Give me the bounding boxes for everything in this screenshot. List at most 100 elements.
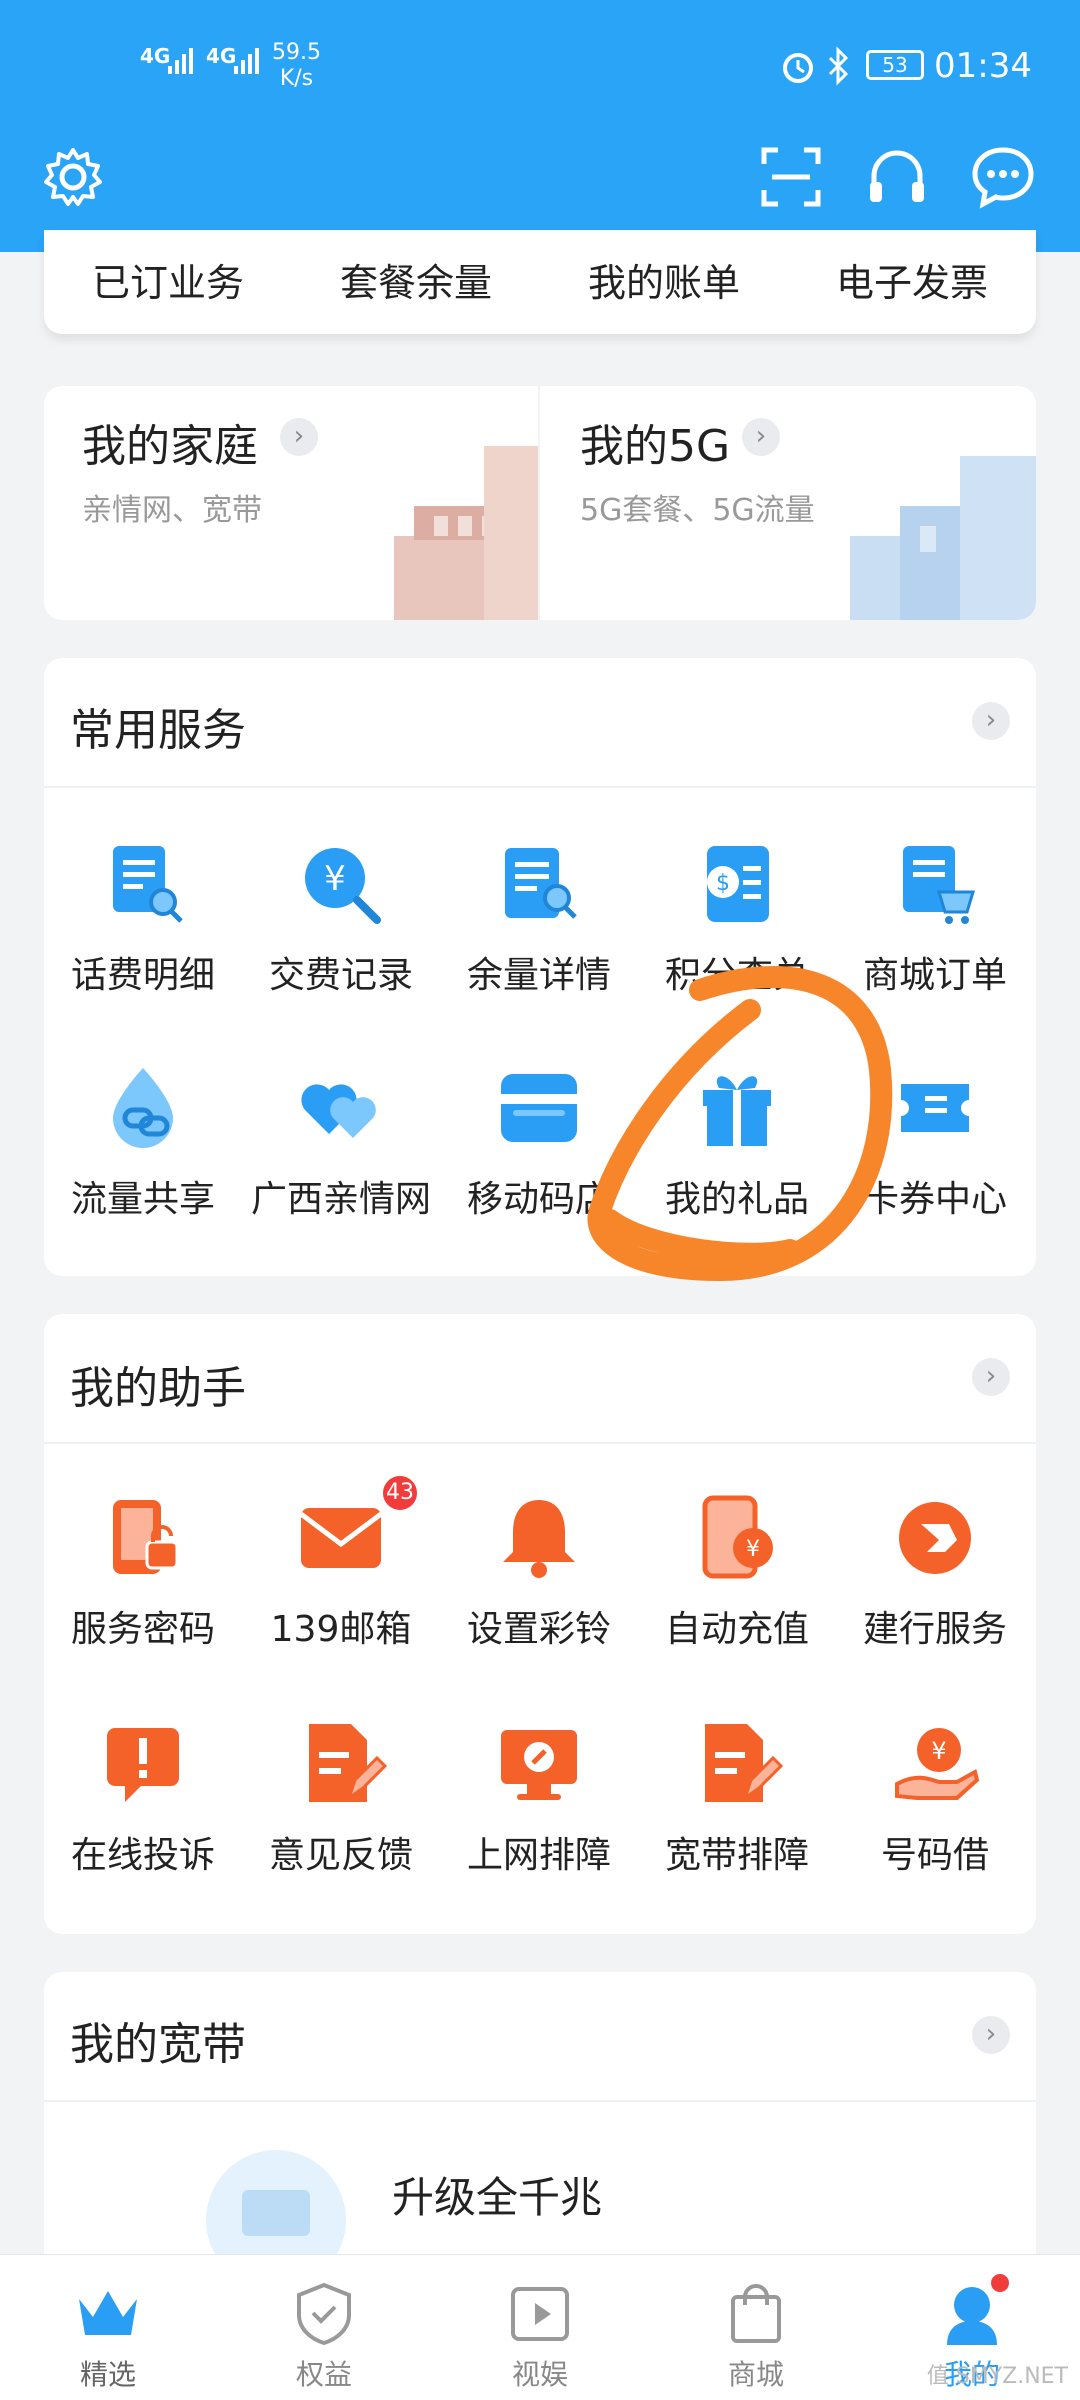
house-illustration	[394, 446, 538, 620]
clock: 01:34	[934, 46, 1032, 86]
assistant-network-troubleshoot[interactable]: 上网排障	[440, 1716, 638, 1878]
tab-label: 精选	[79, 2358, 136, 2391]
assistant-label: 宽带排障	[664, 1835, 809, 1876]
tab-mall[interactable]: 商城	[696, 2279, 816, 2393]
svg-text:¥: ¥	[324, 859, 346, 899]
tab-video[interactable]: 视娱	[480, 2279, 600, 2393]
video-icon	[511, 2287, 569, 2341]
bluetooth-icon	[828, 46, 849, 86]
bottom-tab-bar: 精选 权益 视娱 商城 我的 值 SMYZ.NET	[0, 2254, 1080, 2400]
mail-icon	[299, 1508, 383, 1568]
fiveg-title: 我的5G	[580, 421, 731, 472]
broadband-upgrade-title[interactable]: 升级全千兆	[392, 2164, 602, 2225]
assistant-ccb-service[interactable]: 建行服务	[836, 1490, 1034, 1652]
assistant-broadband-troubleshoot[interactable]: 宽带排障	[638, 1716, 836, 1878]
headset-icon[interactable]	[864, 144, 930, 210]
service-bill-detail[interactable]: 话费明细	[44, 836, 242, 998]
assistant-label: 设置彩铃	[466, 1609, 611, 1650]
service-label: 广西亲情网	[250, 1179, 431, 1220]
divider	[44, 2100, 1036, 2102]
quick-link-balance[interactable]: 套餐余量	[292, 252, 540, 307]
assistant-label: 意见反馈	[268, 1835, 413, 1876]
tab-featured[interactable]: 精选	[48, 2279, 168, 2393]
ccb-logo-icon	[899, 1502, 971, 1574]
phone-lock-icon	[113, 1500, 179, 1574]
common-services-title: 常用服务	[70, 705, 246, 756]
scan-icon[interactable]	[758, 144, 824, 210]
crown-icon	[79, 2291, 137, 2335]
service-label: 话费明细	[70, 955, 215, 996]
cart-document-icon	[903, 846, 976, 924]
quick-links-card: 已订业务 套餐余量 我的账单 电子发票	[44, 230, 1036, 334]
svg-text:$: $	[716, 871, 730, 896]
document-search-icon	[505, 848, 577, 919]
chevron-right-icon[interactable]: ›	[972, 1358, 1010, 1396]
assistant-ringback-tone[interactable]: 设置彩铃	[440, 1490, 638, 1652]
assistant-number-loan[interactable]: ¥ 号码借	[836, 1716, 1034, 1878]
alarm-icon	[783, 53, 813, 83]
building-illustration	[850, 456, 1036, 620]
tab-label: 权益	[295, 2358, 352, 2391]
yuan-search-icon: ¥	[305, 848, 381, 924]
signal-bars-icon	[234, 48, 259, 74]
assistant-label: 在线投诉	[70, 1835, 215, 1876]
battery-indicator: 53	[866, 50, 924, 80]
drop-link-icon	[113, 1068, 173, 1148]
service-label: 流量共享	[70, 1179, 215, 1220]
tab-benefits[interactable]: 权益	[264, 2279, 384, 2393]
bell-icon	[503, 1500, 575, 1578]
watermark: 值 SMYZ.NET	[926, 2364, 1068, 2389]
chat-icon[interactable]	[970, 144, 1036, 210]
speed-value: 59.5	[272, 40, 321, 65]
family-title: 我的家庭	[82, 421, 258, 472]
receipt-search-icon	[113, 846, 183, 923]
notification-dot	[988, 2271, 1012, 2295]
gear-icon[interactable]	[40, 144, 106, 210]
quick-link-subscribed[interactable]: 已订业务	[44, 252, 292, 307]
service-label: 交费记录	[268, 955, 413, 996]
highlight-circle-annotation	[587, 966, 893, 1281]
assistant-label: 自动充值	[664, 1609, 809, 1650]
quick-link-invoice[interactable]: 电子发票	[788, 252, 1036, 307]
assistant-title: 我的助手	[70, 1363, 246, 1414]
divider	[44, 1442, 1036, 1444]
tab-label: 商城	[727, 2358, 784, 2391]
monitor-icon	[206, 2150, 346, 2260]
assistant-label: 建行服务	[862, 1609, 1007, 1650]
shield-badge-icon	[297, 2282, 351, 2346]
mail-unread-badge: 43	[381, 1474, 419, 1512]
document-pen-icon	[309, 1724, 388, 1802]
status-bar: 4G 4G 59.5 K/s 53 01:34	[0, 36, 1080, 96]
assistant-label: 号码借	[880, 1835, 989, 1876]
service-data-share[interactable]: 流量共享	[44, 1060, 242, 1222]
document-pen-icon	[705, 1724, 784, 1802]
svg-text:¥: ¥	[931, 1737, 946, 1765]
chevron-right-icon[interactable]: ›	[972, 2016, 1010, 2054]
tab-label: 视娱	[511, 2358, 568, 2391]
fiveg-subtitle: 5G套餐、5G流量	[580, 493, 815, 528]
hand-coin-icon: ¥	[895, 1728, 980, 1800]
assistant-label: 139邮箱	[270, 1609, 412, 1650]
service-family-network[interactable]: 广西亲情网	[242, 1060, 440, 1222]
chevron-right-icon: ›	[280, 418, 318, 456]
header: 4G 4G 59.5 K/s 53 01:34	[0, 0, 1080, 252]
assistant-auto-recharge[interactable]: ¥ 自动充值	[638, 1490, 836, 1652]
assistant-service-password[interactable]: 服务密码	[44, 1490, 242, 1652]
assistant-feedback[interactable]: 意见反馈	[242, 1716, 440, 1878]
assistant-online-complaint[interactable]: 在线投诉	[44, 1716, 242, 1878]
signal-2-label: 4G	[206, 44, 237, 68]
points-icon: $	[707, 846, 769, 922]
hearts-icon	[301, 1084, 376, 1138]
service-payment-record[interactable]: ¥ 交费记录	[242, 836, 440, 998]
assistant-139-mail[interactable]: 139邮箱	[242, 1490, 440, 1652]
svg-text:¥: ¥	[746, 1537, 760, 1562]
assistant-label: 服务密码	[70, 1609, 215, 1650]
family-subtitle: 亲情网、宽带	[82, 493, 262, 528]
network-speed: 59.5 K/s	[272, 40, 321, 92]
chevron-right-icon[interactable]: ›	[972, 702, 1010, 740]
quick-link-bill[interactable]: 我的账单	[540, 252, 788, 307]
broadband-title: 我的宽带	[70, 2019, 246, 2070]
signal-1-label: 4G	[140, 44, 171, 68]
alert-message-icon	[107, 1728, 179, 1802]
shopping-bag-icon	[731, 2284, 781, 2343]
